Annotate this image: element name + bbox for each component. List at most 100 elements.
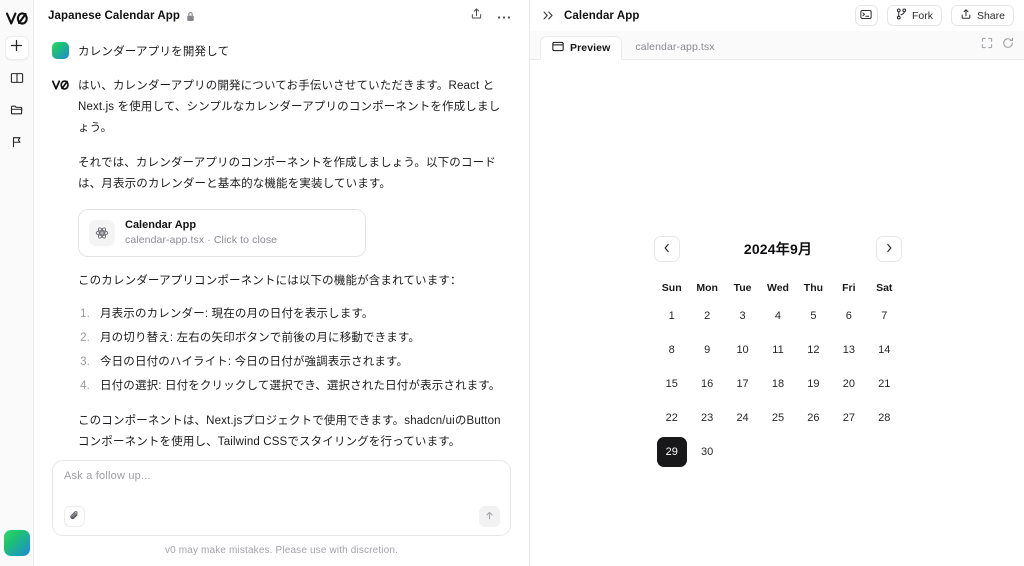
- calendar-day[interactable]: 7: [869, 301, 899, 331]
- calendar-day[interactable]: 21: [869, 369, 899, 399]
- calendar-day[interactable]: 19: [798, 369, 828, 399]
- list-item: 4. 日付の選択: 日付をクリックして選択でき、選択された日付が表示されます。: [78, 376, 511, 397]
- send-button[interactable]: [479, 506, 500, 527]
- calendar-day-today[interactable]: 29: [656, 437, 687, 467]
- calendar-day-cell[interactable]: 8: [654, 333, 689, 367]
- calendar-day-cell[interactable]: 7: [867, 299, 902, 333]
- calendar-day-cell[interactable]: 12: [796, 333, 831, 367]
- calendar-day-cell[interactable]: 23: [689, 401, 724, 435]
- list-item-number: 4.: [80, 380, 90, 392]
- chat-messages: カレンダーアプリを開発して はい、カレンダーアプリの開発についてお手伝いさせてい…: [34, 32, 529, 460]
- calendar-day[interactable]: 28: [869, 403, 899, 433]
- preview-panel: Calendar App Fork Share Preview calendar…: [530, 0, 1024, 566]
- calendar-day-cell[interactable]: 26: [796, 401, 831, 435]
- calendar-day[interactable]: 3: [728, 301, 758, 331]
- calendar-day-cell[interactable]: 10: [725, 333, 760, 367]
- calendar-day[interactable]: 9: [692, 335, 722, 365]
- calendar-day-cell[interactable]: 4: [760, 299, 795, 333]
- attach-button[interactable]: [64, 506, 85, 527]
- calendar-day-cell[interactable]: 2: [689, 299, 724, 333]
- calendar-day-cell[interactable]: 13: [831, 333, 866, 367]
- share-icon: [960, 8, 972, 23]
- folder-icon: [10, 103, 24, 122]
- calendar-day[interactable]: 13: [834, 335, 864, 365]
- calendar-day-cell[interactable]: 21: [867, 367, 902, 401]
- calendar-day[interactable]: 6: [834, 301, 864, 331]
- calendar-day[interactable]: 2: [692, 301, 722, 331]
- share-icon: [470, 7, 483, 25]
- composer[interactable]: Ask a follow up...: [52, 460, 511, 536]
- calendar-day[interactable]: 18: [763, 369, 793, 399]
- user-avatar: [52, 42, 69, 59]
- sidebar-item-feedback[interactable]: [5, 132, 29, 156]
- calendar-day[interactable]: 27: [834, 403, 864, 433]
- calendar-widget: 2024年9月 Sun Mon Tue Wed Thu Fri Sat 1 2 3 4 5 6 7 8 9 10…: [654, 235, 902, 469]
- flag-icon: [10, 135, 24, 154]
- calendar-day[interactable]: 15: [657, 369, 687, 399]
- refresh-button[interactable]: [1002, 36, 1014, 54]
- calendar-day-cell[interactable]: 22: [654, 401, 689, 435]
- react-atom-icon: [89, 220, 115, 246]
- calendar-day-cell[interactable]: 18: [760, 367, 795, 401]
- calendar-day[interactable]: 25: [763, 403, 793, 433]
- calendar-day-cell[interactable]: 20: [831, 367, 866, 401]
- calendar-day-cell[interactable]: 16: [689, 367, 724, 401]
- calendar-weekday: Tue: [733, 282, 752, 294]
- page-title: Japanese Calendar App: [48, 10, 181, 22]
- chevrons-right-icon[interactable]: [542, 10, 555, 21]
- calendar-day-cell[interactable]: 28: [867, 401, 902, 435]
- fork-button[interactable]: Fork: [886, 5, 942, 26]
- terminal-button[interactable]: [854, 5, 878, 26]
- more-options-button[interactable]: [493, 5, 515, 27]
- calendar-day[interactable]: 20: [834, 369, 864, 399]
- calendar-day[interactable]: 11: [763, 335, 793, 365]
- sidebar-item-projects[interactable]: [5, 100, 29, 124]
- calendar-day[interactable]: 30: [692, 437, 722, 467]
- calendar-day-cell[interactable]: 24: [725, 401, 760, 435]
- calendar-day[interactable]: 16: [692, 369, 722, 399]
- share-button[interactable]: [465, 5, 487, 27]
- v0-logo-icon[interactable]: [4, 6, 30, 30]
- git-branch-icon: [896, 8, 907, 23]
- calendar-day-cell[interactable]: 11: [760, 333, 795, 367]
- calendar-day-cell[interactable]: 1: [654, 299, 689, 333]
- calendar-day[interactable]: 22: [657, 403, 687, 433]
- calendar-day-cell[interactable]: 19: [796, 367, 831, 401]
- arrow-up-icon: [484, 508, 495, 526]
- share-button-preview[interactable]: Share: [950, 5, 1014, 26]
- calendar-day-cell[interactable]: 5: [796, 299, 831, 333]
- prev-month-button[interactable]: [654, 236, 680, 262]
- calendar-day[interactable]: 4: [763, 301, 793, 331]
- next-month-button[interactable]: [876, 236, 902, 262]
- calendar-day-cell[interactable]: 6: [831, 299, 866, 333]
- list-item-label: 日付の選択: 日付をクリックして選択でき、選択された日付が表示されます。: [100, 380, 501, 392]
- calendar-day[interactable]: 17: [728, 369, 758, 399]
- calendar-day[interactable]: 24: [728, 403, 758, 433]
- calendar-day[interactable]: 23: [692, 403, 722, 433]
- follow-up-input[interactable]: Ask a follow up...: [64, 470, 500, 482]
- calendar-day[interactable]: 10: [728, 335, 758, 365]
- tab-preview[interactable]: Preview: [540, 36, 623, 60]
- tab-calendar-app-tsx[interactable]: calendar-app.tsx: [624, 35, 725, 59]
- calendar-day-cell[interactable]: 15: [654, 367, 689, 401]
- sidebar-item-new-chat[interactable]: [4, 36, 29, 60]
- calendar-day[interactable]: 26: [798, 403, 828, 433]
- calendar-day-cell[interactable]: 9: [689, 333, 724, 367]
- assistant-body: はい、カレンダーアプリの開発についてお手伝いさせていただきます。React と …: [78, 76, 511, 460]
- fullscreen-button[interactable]: [981, 36, 993, 54]
- calendar-day-cell[interactable]: 3: [725, 299, 760, 333]
- calendar-day[interactable]: 5: [798, 301, 828, 331]
- calendar-day[interactable]: 8: [657, 335, 687, 365]
- sidebar-item-library[interactable]: [5, 68, 29, 92]
- calendar-day[interactable]: 12: [798, 335, 828, 365]
- calendar-day-cell[interactable]: 25: [760, 401, 795, 435]
- calendar-day-cell[interactable]: 27: [831, 401, 866, 435]
- calendar-day[interactable]: 14: [869, 335, 899, 365]
- calendar-day-cell[interactable]: 14: [867, 333, 902, 367]
- calendar-day-cell[interactable]: 29: [654, 435, 689, 469]
- calendar-day[interactable]: 1: [657, 301, 687, 331]
- calendar-day-cell[interactable]: 30: [689, 435, 724, 469]
- artifact-card[interactable]: Calendar App calendar-app.tsx · Click to…: [78, 209, 366, 257]
- avatar[interactable]: [3, 530, 30, 556]
- calendar-day-cell[interactable]: 17: [725, 367, 760, 401]
